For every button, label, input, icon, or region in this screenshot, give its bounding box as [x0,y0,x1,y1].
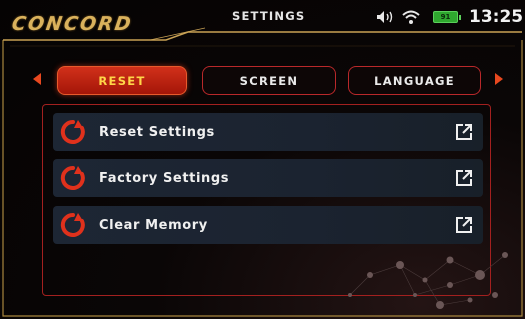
settings-screen: CONCORD SETTINGS 91 13:25 RESET SCREEN L… [0,0,525,319]
item-label: Clear Memory [99,217,208,233]
tab-language-label: LANGUAGE [374,73,455,88]
tab-language[interactable]: LANGUAGE [348,66,481,95]
reset-icon [60,212,85,237]
brand-logo: CONCORD [10,13,135,35]
tab-reset-label: RESET [98,73,146,88]
reset-settings-item[interactable]: Reset Settings [53,113,483,151]
battery-icon: 91 [433,6,461,28]
external-link-icon[interactable] [455,123,473,141]
clock-time: 13:25 [469,7,524,27]
reset-icon [60,119,85,144]
tab-prev-arrow-icon[interactable] [33,73,41,85]
tab-next-arrow-icon[interactable] [495,73,503,85]
wifi-icon[interactable] [401,6,421,28]
tab-screen[interactable]: SCREEN [202,66,336,95]
battery-level: 91 [440,13,451,21]
external-link-icon[interactable] [455,216,473,234]
tab-screen-label: SCREEN [239,73,299,88]
clear-memory-item[interactable]: Clear Memory [53,206,483,244]
tab-reset[interactable]: RESET [57,66,187,95]
page-title: SETTINGS [232,9,306,23]
external-link-icon[interactable] [455,169,473,187]
reset-icon [60,165,85,190]
item-label: Factory Settings [99,170,230,186]
volume-icon[interactable] [376,6,396,28]
item-label: Reset Settings [99,124,215,140]
factory-settings-item[interactable]: Factory Settings [53,159,483,197]
